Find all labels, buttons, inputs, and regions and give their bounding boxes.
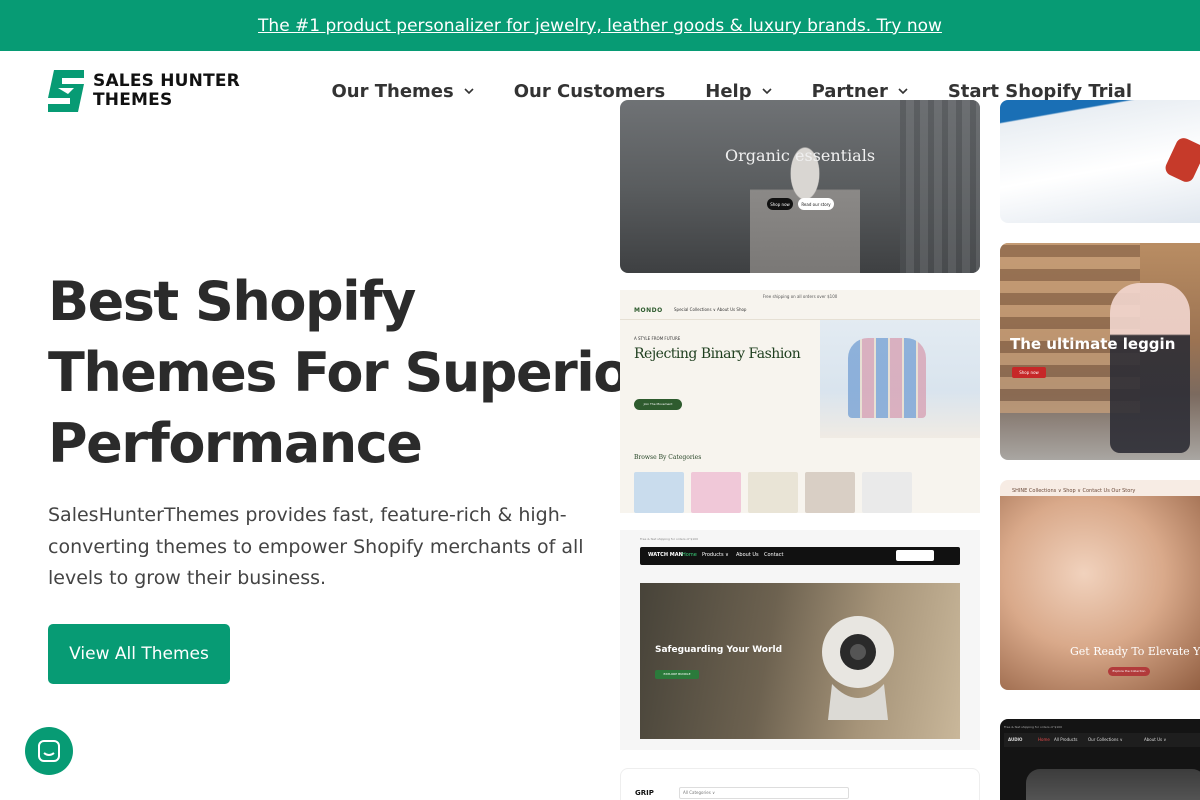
preview-mondo-thumbs — [634, 472, 912, 513]
preview-watchman-nav-item: Products ∨ — [702, 552, 729, 558]
view-all-themes-button[interactable]: View All Themes — [48, 624, 230, 684]
preview-organic-btn1: Shop now — [767, 198, 793, 210]
category-thumb — [634, 472, 684, 513]
preview-leggings-button: Shop now — [1012, 367, 1046, 378]
preview-mondo-eyebrow: A STYLE FROM FUTURE — [634, 336, 681, 341]
category-thumb — [862, 472, 912, 513]
preview-shine-button: Explore the Collection — [1108, 667, 1150, 676]
hero-subtitle: SalesHunterThemes provides fast, feature… — [48, 504, 584, 589]
preview-watchman-nav-item: Contact — [764, 552, 784, 558]
preview-grip-logo: GRIP — [635, 789, 654, 797]
logo-line-2: THEMES — [93, 90, 173, 110]
theme-preview-mondo[interactable]: Free shipping on all orders over $100 MO… — [620, 290, 980, 513]
hero-title-line-1: Best Shopify — [48, 266, 608, 337]
category-thumb — [691, 472, 741, 513]
nav-start-shopify-trial-label: Start Shopify Trial — [947, 80, 1132, 102]
nav-our-customers[interactable]: Our Customers — [514, 81, 666, 102]
nav-partner[interactable]: Partner — [812, 81, 908, 102]
theme-preview-audio[interactable]: Free & fast shipping for orders of $100 … — [1000, 719, 1200, 800]
preview-watchman-topbar: Free & fast shipping for orders of $100 — [640, 537, 698, 541]
theme-preview-watchman[interactable]: Free & fast shipping for orders of $100 … — [620, 530, 980, 750]
preview-watchman-title: Safeguarding Your World — [655, 645, 783, 655]
preview-watchman-nav-item: Home — [682, 552, 697, 558]
hero-title-line-2: Themes For Superior — [48, 341, 655, 404]
preview-runner — [1110, 283, 1190, 453]
logo-text: SALES HUNTER THEMES — [93, 72, 240, 110]
preview-audio-nav-item: All Products — [1054, 737, 1078, 742]
preview-watchman-nav: WATCH MAN Home Products ∨ About Us Conta… — [640, 547, 960, 565]
preview-shine-title: Get Ready To Elevate Yo — [1070, 645, 1200, 658]
theme-preview-leggings[interactable]: The ultimate leggin Shop now — [1000, 243, 1200, 460]
preview-building — [900, 100, 980, 273]
preview-organic-title: Organic essentials — [724, 146, 876, 165]
preview-organic-btn2: Read our story — [798, 198, 834, 210]
nav-our-themes-label: Our Themes — [331, 80, 454, 102]
preview-watchman-nav-item: About Us — [736, 552, 759, 558]
category-thumb — [805, 472, 855, 513]
nav-our-customers-label: Our Customers — [513, 80, 666, 102]
hero-title-highlight-wrap: Best Shopify — [48, 266, 416, 337]
hero-title-line-3: Performance — [48, 412, 423, 475]
preview-leggings-title: The ultimate leggin — [1010, 335, 1176, 353]
nav-partner-label: Partner — [811, 80, 888, 102]
chat-bubble-icon — [38, 740, 60, 762]
logo-mark-icon — [48, 70, 84, 112]
nav-help[interactable]: Help — [705, 80, 772, 102]
preview-mondo-title: Rejecting Binary Fashion — [634, 346, 801, 362]
hero-title-highlight: Best Shopify — [48, 270, 416, 333]
preview-watchman-button: EXPLORE BUNDLE — [655, 670, 699, 679]
category-thumb — [748, 472, 798, 513]
theme-preview-organic[interactable]: Organic essentials Shop now Read our sto… — [620, 100, 980, 273]
logo-line-1: SALES HUNTER — [93, 71, 240, 91]
preview-model — [750, 120, 860, 273]
preview-mondo-button: Join The Movement — [634, 399, 682, 410]
logo[interactable]: SALES HUNTER THEMES — [48, 70, 240, 112]
preview-audio-logo: AUDIO — [1008, 737, 1023, 742]
preview-shine-header: SHINE Collections ∨ Shop ∨ Contact Us Ou… — [1012, 488, 1136, 494]
preview-shine-image — [1000, 496, 1200, 690]
preview-mondo-categories: Browse By Categories — [634, 454, 702, 461]
chevron-down-icon — [898, 88, 908, 95]
theme-preview-ski[interactable] — [1000, 100, 1200, 223]
preview-audio-nav-item: About Us ∨ — [1144, 737, 1167, 742]
preview-watchman-select — [896, 550, 934, 561]
preview-mondo-menu: Special Collections ∨ About Us Shop — [674, 307, 747, 312]
preview-audio-nav: AUDIO Home All Products Our Collections … — [1004, 733, 1200, 747]
chevron-down-icon — [762, 88, 772, 95]
preview-mondo-people — [848, 338, 926, 418]
preview-mondo-announcement: Free shipping on all orders over $100 — [620, 290, 980, 304]
preview-audio-image — [1026, 769, 1200, 800]
theme-preview-shine[interactable]: SHINE Collections ∨ Shop ∨ Contact Us Ou… — [1000, 480, 1200, 690]
preview-audio-topbar: Free & fast shipping for orders of $100 — [1004, 725, 1062, 729]
chat-launcher[interactable] — [25, 727, 73, 775]
promo-bar: The #1 product personalizer for jewelry,… — [0, 0, 1200, 51]
preview-mondo-header: MONDO Special Collections ∨ About Us Sho… — [620, 304, 980, 320]
hero-title: Best Shopify Themes For Superior Perform… — [48, 266, 655, 479]
preview-skier — [1162, 135, 1200, 185]
nav-start-shopify-trial[interactable]: Start Shopify Trial — [948, 81, 1132, 102]
nav-our-themes[interactable]: Our Themes — [331, 80, 474, 102]
preview-watchman-logo: WATCH MAN — [648, 552, 683, 558]
preview-audio-nav-item: Our Collections ∨ — [1088, 737, 1123, 742]
promo-link[interactable]: The #1 product personalizer for jewelry,… — [258, 16, 942, 36]
preview-audio-nav-item: Home — [1038, 737, 1050, 742]
preview-mondo-logo: MONDO — [634, 307, 663, 314]
preview-watchman-photo — [640, 583, 960, 739]
theme-preview-grip[interactable]: GRIP All Categories ∨ — [620, 768, 980, 800]
preview-grip-search: All Categories ∨ — [679, 787, 849, 799]
chevron-down-icon — [464, 88, 474, 95]
security-camera-illustration — [822, 616, 894, 720]
nav-help-label: Help — [705, 80, 752, 102]
